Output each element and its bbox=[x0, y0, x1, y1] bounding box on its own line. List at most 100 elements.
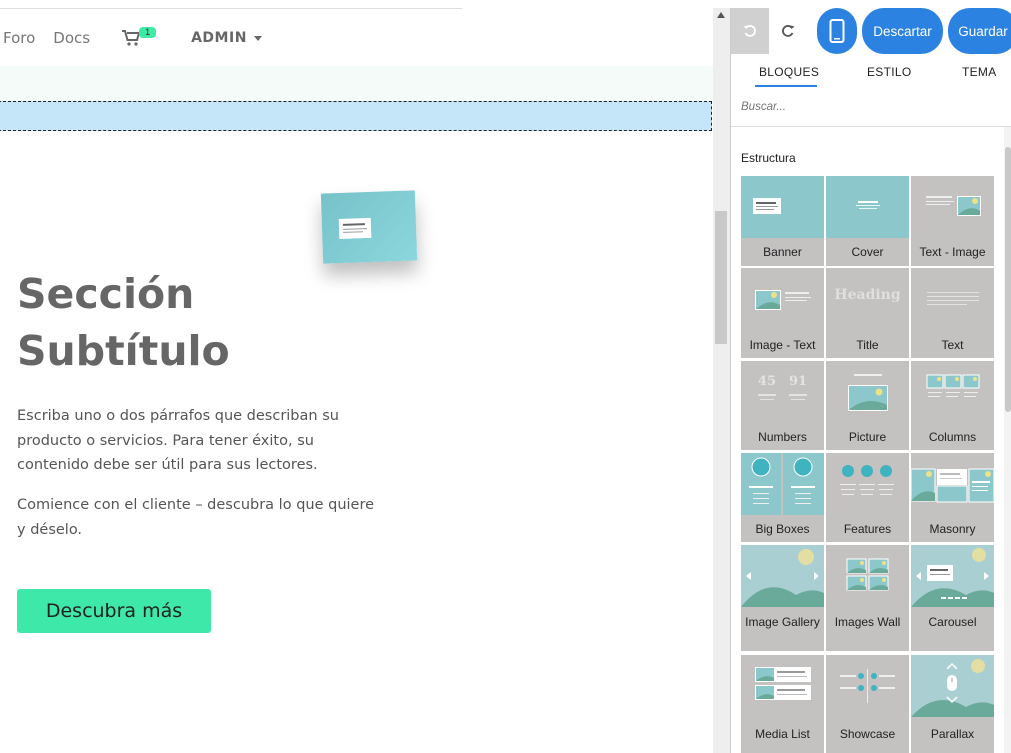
website-editor: Foro Docs 1 ADMIN Sección Subtítulo Escr… bbox=[0, 0, 1011, 753]
snippet-columns[interactable]: Columns bbox=[911, 361, 994, 450]
parallax-snippet-icon bbox=[911, 655, 994, 717]
cart-icon bbox=[122, 30, 141, 46]
snippet-label: Features bbox=[843, 522, 892, 536]
snippet-label: Title bbox=[856, 338, 879, 352]
snippet-media-list[interactable]: Media List bbox=[741, 655, 824, 753]
snippet-features[interactable]: Features bbox=[826, 453, 909, 542]
carousel-snippet-icon bbox=[911, 545, 994, 607]
snippet-label: Banner bbox=[763, 245, 802, 259]
preview-scrollbar[interactable] bbox=[713, 8, 730, 753]
snippet-text[interactable]: Text bbox=[911, 268, 994, 358]
hero-paragraph-1: Escriba uno o dos párrafos que describan… bbox=[17, 408, 339, 473]
panel-scrollbar[interactable] bbox=[1004, 127, 1011, 753]
banner-snippet-icon bbox=[741, 176, 824, 238]
undo-icon bbox=[743, 25, 756, 37]
numbers-thumb-value: 91 bbox=[789, 374, 808, 389]
divider bbox=[0, 8, 462, 9]
tab-estilo[interactable]: ESTILO bbox=[867, 65, 911, 79]
numbers-thumb-value: 45 bbox=[757, 374, 776, 389]
tab-tema[interactable]: TEMA bbox=[962, 65, 997, 79]
snippet-cover[interactable]: Cover bbox=[826, 176, 909, 266]
section-band bbox=[0, 66, 713, 102]
snippet-label: Image - Text bbox=[749, 338, 816, 352]
columns-snippet-icon bbox=[911, 361, 994, 423]
undo-button[interactable] bbox=[731, 8, 769, 54]
discard-button[interactable]: Descartar bbox=[862, 8, 943, 54]
save-button[interactable]: Guardar bbox=[948, 8, 1011, 54]
snippet-label: Carousel bbox=[928, 615, 977, 629]
hero-title-line1: Sección bbox=[17, 270, 195, 318]
snippet-masonry[interactable]: Masonry bbox=[911, 453, 994, 542]
title-snippet-icon: Heading bbox=[826, 268, 909, 330]
banner-card-icon bbox=[338, 217, 372, 240]
user-menu-label: ADMIN bbox=[191, 30, 247, 46]
snippet-banner[interactable]: Banner bbox=[741, 176, 824, 266]
mobile-phone-icon bbox=[829, 19, 845, 43]
site-navbar: Foro Docs 1 ADMIN bbox=[0, 10, 713, 66]
caret-down-icon bbox=[253, 35, 262, 41]
snippet-carousel[interactable]: Carousel bbox=[911, 545, 994, 651]
snippet-label: Parallax bbox=[930, 727, 975, 741]
snippet-big-boxes[interactable]: Big Boxes bbox=[741, 453, 824, 542]
text-image-snippet-icon bbox=[911, 176, 994, 238]
nav-link-foro[interactable]: Foro bbox=[3, 29, 35, 47]
text-snippet-icon bbox=[911, 268, 994, 330]
hero-title-line2: Subtítulo bbox=[17, 327, 230, 375]
panel-scrollbar-thumb[interactable] bbox=[1005, 147, 1011, 412]
snippet-image-gallery[interactable]: Image Gallery bbox=[741, 545, 824, 651]
snippet-parallax[interactable]: Parallax bbox=[911, 655, 994, 753]
search-input[interactable] bbox=[741, 101, 1001, 113]
masonry-snippet-icon bbox=[911, 453, 994, 515]
preview-scrollbar-thumb[interactable] bbox=[715, 211, 727, 344]
snippet-images-wall[interactable]: Images Wall bbox=[826, 545, 909, 651]
big-boxes-snippet-icon bbox=[741, 453, 824, 515]
snippet-text-image[interactable]: Text - Image bbox=[911, 176, 994, 266]
snippet-label: Text bbox=[941, 338, 964, 352]
picture-snippet-icon bbox=[826, 361, 909, 423]
images-wall-snippet-icon bbox=[826, 545, 909, 607]
snippet-label: Text - Image bbox=[919, 245, 986, 259]
snippet-label: Big Boxes bbox=[755, 522, 810, 536]
snippet-numbers[interactable]: 45 91 Numbers bbox=[741, 361, 824, 450]
nav-link-docs[interactable]: Docs bbox=[53, 29, 90, 47]
media-list-snippet-icon bbox=[741, 655, 824, 717]
image-text-snippet-icon bbox=[741, 268, 824, 330]
snippet-label: Columns bbox=[928, 430, 977, 444]
user-menu-dropdown[interactable]: ADMIN bbox=[191, 30, 262, 46]
snippet-drop-zone[interactable] bbox=[0, 101, 712, 131]
snippet-showcase[interactable]: Showcase bbox=[826, 655, 909, 753]
redo-icon bbox=[782, 25, 795, 37]
hero-title: Sección Subtítulo bbox=[17, 266, 417, 380]
dragged-snippet-preview[interactable] bbox=[320, 190, 418, 264]
redo-button[interactable] bbox=[769, 8, 807, 54]
editor-tabs: BLOQUES ESTILO TEMA bbox=[731, 65, 1011, 91]
section-title: Estructura bbox=[741, 151, 796, 165]
image-gallery-snippet-icon bbox=[741, 545, 824, 607]
editor-panel: Descartar Guardar BLOQUES ESTILO TEMA Es… bbox=[730, 8, 1011, 753]
editor-toolbar: Descartar Guardar BLOQUES ESTILO TEMA bbox=[731, 8, 1011, 127]
snippet-label: Image Gallery bbox=[745, 615, 820, 629]
showcase-snippet-icon bbox=[826, 655, 909, 717]
features-snippet-icon bbox=[826, 453, 909, 515]
snippet-title[interactable]: Heading Title bbox=[826, 268, 909, 358]
snippet-label: Masonry bbox=[929, 522, 976, 536]
mobile-preview-button[interactable] bbox=[817, 8, 857, 54]
snippet-picture[interactable]: Picture bbox=[826, 361, 909, 450]
tab-bloques[interactable]: BLOQUES bbox=[759, 65, 819, 79]
cart-count-badge: 1 bbox=[139, 27, 157, 38]
page-preview: Foro Docs 1 ADMIN Sección Subtítulo Escr… bbox=[0, 0, 713, 753]
snippet-label: Cover bbox=[851, 245, 884, 259]
snippet-label: Picture bbox=[848, 430, 887, 444]
snippet-label: Numbers bbox=[758, 430, 807, 444]
cover-snippet-icon bbox=[826, 176, 909, 238]
cart-button[interactable]: 1 bbox=[121, 26, 161, 50]
active-tab-indicator bbox=[755, 85, 817, 87]
hero-paragraph-2: Comience con el cliente – descubra lo qu… bbox=[17, 497, 375, 538]
snippet-label: Media List bbox=[755, 727, 810, 741]
snippet-image-text[interactable]: Image - Text bbox=[741, 268, 824, 358]
scroll-up-arrow-icon[interactable] bbox=[717, 12, 725, 18]
numbers-snippet-icon: 45 91 bbox=[741, 361, 824, 423]
snippet-label: Images Wall bbox=[834, 615, 901, 629]
title-thumb-text: Heading bbox=[834, 287, 901, 303]
cta-button[interactable]: Descubra más bbox=[17, 589, 211, 633]
